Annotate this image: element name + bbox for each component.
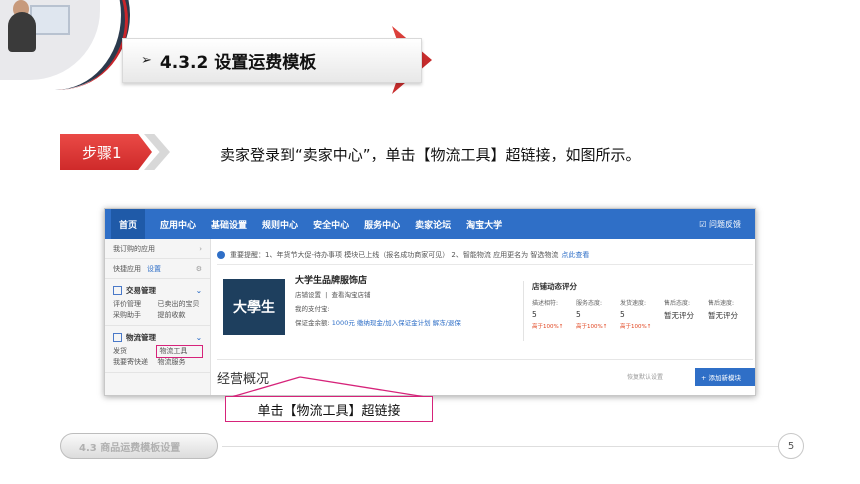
top-nav: 首页 应用中心 基础设置 规则中心 安全中心 服务中心 卖家论坛 淘宝大学 ☑ … — [105, 209, 755, 240]
rating-header: 服务态度: — [576, 300, 603, 307]
rating-change: 高于100%↑ — [576, 324, 608, 330]
store-settings-link[interactable]: 店铺设置 — [295, 291, 321, 299]
rating-change: 高于100%↑ — [620, 324, 652, 330]
title-banner: ➢ 4.3.2 设置运费模板 — [122, 38, 422, 83]
decorative-arc-red — [48, 0, 128, 90]
page-number: 5 — [778, 433, 804, 459]
info-icon — [217, 250, 225, 259]
add-module-button[interactable]: + 添加新模块 — [695, 368, 755, 386]
rating-col: 发货速度: 5 高于100%↑ — [620, 298, 664, 330]
sidebar-my-apps[interactable]: 我订购的应用 › — [105, 239, 210, 259]
sidebar-item-send-express[interactable]: 我要寄快递 — [113, 357, 158, 368]
seller-center-screenshot: 首页 应用中心 基础设置 规则中心 安全中心 服务中心 卖家论坛 淘宝大学 ☑ … — [104, 208, 756, 396]
sidebar-item-reviews[interactable]: 评价管理 — [113, 299, 158, 310]
person-silhouette — [8, 12, 36, 52]
trade-icon — [113, 286, 122, 295]
sidebar-item-sold-items[interactable]: 已卖出的宝贝 — [158, 299, 203, 310]
slide: ➢ 4.3.2 设置运费模板 步骤1 卖家登录到“卖家中心”，单击【物流工具】超… — [0, 0, 860, 484]
feedback-link[interactable]: ☑ 问题反馈 — [699, 219, 741, 230]
nav-seller-forum[interactable]: 卖家论坛 — [415, 218, 451, 231]
notice-text: 重要提醒：1、年货节大促-待办事项 模块已上线（报名成功商家可见） 2、智能物流… — [230, 250, 559, 259]
sidebar-group-trade: 交易管理 ⌄ 评价管理 已卖出的宝贝 采购助手 提前收款 — [105, 279, 210, 326]
store-name[interactable]: 大学生品牌服饰店 — [295, 273, 367, 286]
rating-col: 描述相符: 5 高于100%↑ — [532, 298, 576, 330]
logistics-group-header[interactable]: 物流管理 ⌄ — [113, 332, 202, 343]
truck-icon — [113, 333, 122, 342]
store-settings-row: 店铺设置 | 查看淘宝店铺 — [295, 291, 371, 299]
sidebar-item-logistics-service[interactable]: 物流服务 — [158, 357, 203, 368]
sidebar-quick-apps-label: 快捷应用 — [113, 264, 141, 273]
nav-basic-settings[interactable]: 基础设置 — [211, 218, 247, 231]
logistics-row-1: 发货 物流工具 — [113, 345, 203, 358]
rating-header: 售后态度: — [664, 300, 691, 307]
rating-value: 暂无评分 — [708, 311, 738, 320]
sidebar-item-ship[interactable]: 发货 — [113, 346, 157, 357]
sidebar-item-logistics-tools[interactable]: 物流工具 — [156, 345, 203, 358]
deposit-label: 保证金余额: — [295, 319, 330, 327]
sidebar: 我订购的应用 › 快捷应用 设置 ⚙ 交易管理 ⌄ 评价管理 已卖出的宝贝 采购… — [105, 239, 211, 395]
sidebar-item-purchase-assistant[interactable]: 采购助手 — [113, 310, 158, 321]
store-ratings: 店铺动态评分 描述相符: 5 高于100%↑ 服务态度: 5 高于100%↑ 发… — [523, 281, 753, 341]
nav-service-center[interactable]: 服务中心 — [364, 218, 400, 231]
store-card: 大學生 大学生品牌服饰店 店铺设置 | 查看淘宝店铺 我的支付宝: 保证金余额:… — [217, 273, 507, 335]
step-badge: 步骤1 — [60, 134, 152, 170]
sidebar-my-apps-label: 我订购的应用 — [113, 244, 155, 253]
feedback-label: 问题反馈 — [709, 219, 741, 229]
deposit-row: 保证金余额: 1000元 缴纳现金/加入保证金计划 解冻/退保 — [295, 317, 461, 327]
rating-value: 5 — [532, 310, 537, 319]
rating-header: 描述相符: — [532, 300, 559, 307]
trade-row-2: 采购助手 提前收款 — [113, 310, 202, 321]
chevron-right-icon: › — [199, 244, 202, 253]
title-bullet-icon: ➢ — [141, 53, 152, 68]
rating-value: 5 — [576, 310, 581, 319]
sidebar-item-early-payment[interactable]: 提前收款 — [158, 310, 203, 321]
ratings-title: 店铺动态评分 — [532, 282, 577, 291]
footer-divider — [222, 446, 778, 447]
rating-value: 暂无评分 — [664, 311, 694, 320]
main-content: 重要提醒：1、年货节大促-待办事项 模块已上线（报名成功商家可见） 2、智能物流… — [217, 245, 755, 387]
sidebar-group-logistics: 物流管理 ⌄ 发货 物流工具 我要寄快递 物流服务 — [105, 326, 210, 373]
logistics-group-title: 物流管理 — [126, 333, 156, 342]
callout-label: 单击【物流工具】超链接 — [225, 396, 433, 422]
sidebar-quick-apps: 快捷应用 设置 ⚙ — [105, 259, 210, 279]
notice-bar: 重要提醒：1、年货节大促-待办事项 模块已上线（报名成功商家可见） 2、智能物流… — [217, 245, 753, 265]
reset-default-link[interactable]: 恢复默认设置 — [627, 372, 663, 381]
nav-security-center[interactable]: 安全中心 — [313, 218, 349, 231]
slide-title: 4.3.2 设置运费模板 — [159, 53, 317, 73]
trade-row-1: 评价管理 已卖出的宝贝 — [113, 299, 202, 310]
deposit-amount: 1000元 — [331, 319, 355, 327]
business-overview: 经营概况 恢复默认设置 + 添加新模块 — [217, 359, 755, 389]
footer-section-tab: 4.3 商品运费模板设置 — [60, 433, 218, 459]
notice-link[interactable]: 点此查看 — [561, 250, 589, 260]
logistics-row-2: 我要寄快递 物流服务 — [113, 357, 202, 368]
nav-app-center[interactable]: 应用中心 — [160, 218, 196, 231]
nav-home[interactable]: 首页 — [111, 209, 146, 240]
rating-header: 售后速度: — [708, 300, 735, 307]
rating-header: 发货速度: — [620, 300, 647, 307]
chevron-down-icon: ⌄ — [195, 333, 202, 342]
chevron-down-icon: ⌄ — [195, 286, 202, 295]
gear-icon[interactable]: ⚙ — [196, 265, 202, 273]
nav-rules-center[interactable]: 规则中心 — [262, 218, 298, 231]
alipay-row: 我的支付宝: — [295, 303, 330, 313]
trade-group-header[interactable]: 交易管理 ⌄ — [113, 285, 202, 296]
rating-col: 售后速度: 暂无评分 — [708, 298, 752, 330]
ratings-columns: 描述相符: 5 高于100%↑ 服务态度: 5 高于100%↑ 发货速度: 5 … — [532, 298, 753, 330]
rating-col: 售后态度: 暂无评分 — [664, 298, 708, 330]
nav-taobao-university[interactable]: 淘宝大学 — [466, 218, 502, 231]
view-store-link[interactable]: 查看淘宝店铺 — [331, 291, 370, 299]
quick-apps-settings-link[interactable]: 设置 — [147, 264, 161, 274]
alipay-label: 我的支付宝: — [295, 305, 330, 313]
store-logo: 大學生 — [223, 279, 285, 335]
deposit-plan-link[interactable]: 缴纳现金/加入保证金计划 — [357, 319, 431, 327]
trade-group-title: 交易管理 — [126, 286, 156, 295]
rating-col: 服务态度: 5 高于100%↑ — [576, 298, 620, 330]
rating-change: 高于100%↑ — [532, 324, 564, 330]
overview-title: 经营概况 — [217, 372, 270, 387]
step-instruction: 卖家登录到“卖家中心”，单击【物流工具】超链接，如图所示。 — [220, 146, 641, 164]
refund-link[interactable]: 解冻/退保 — [433, 319, 461, 327]
rating-value: 5 — [620, 310, 625, 319]
